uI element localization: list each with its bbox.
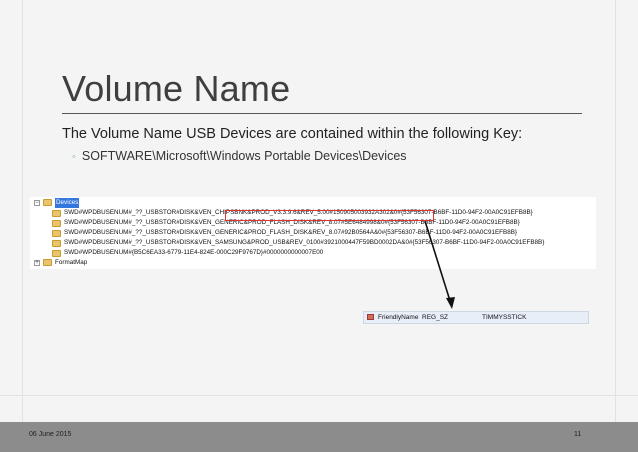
value-name: FriendlyName	[378, 314, 419, 321]
value-type: REG_SZ	[422, 314, 449, 321]
slide: Volume Name The Volume Name USB Devices …	[0, 0, 638, 452]
reg-string-icon	[367, 314, 374, 320]
arrow-head	[446, 297, 455, 309]
arrow-icon	[424, 220, 455, 309]
arrow-line	[424, 220, 452, 305]
value-data: TIMMYSSTICK	[482, 314, 527, 321]
footer-date: 06 June 2015	[29, 431, 72, 438]
footer-bar	[0, 422, 638, 452]
registry-value-row[interactable]: FriendlyName REG_SZ TIMMYSSTICK	[363, 311, 589, 324]
page-number: 11	[574, 431, 582, 438]
